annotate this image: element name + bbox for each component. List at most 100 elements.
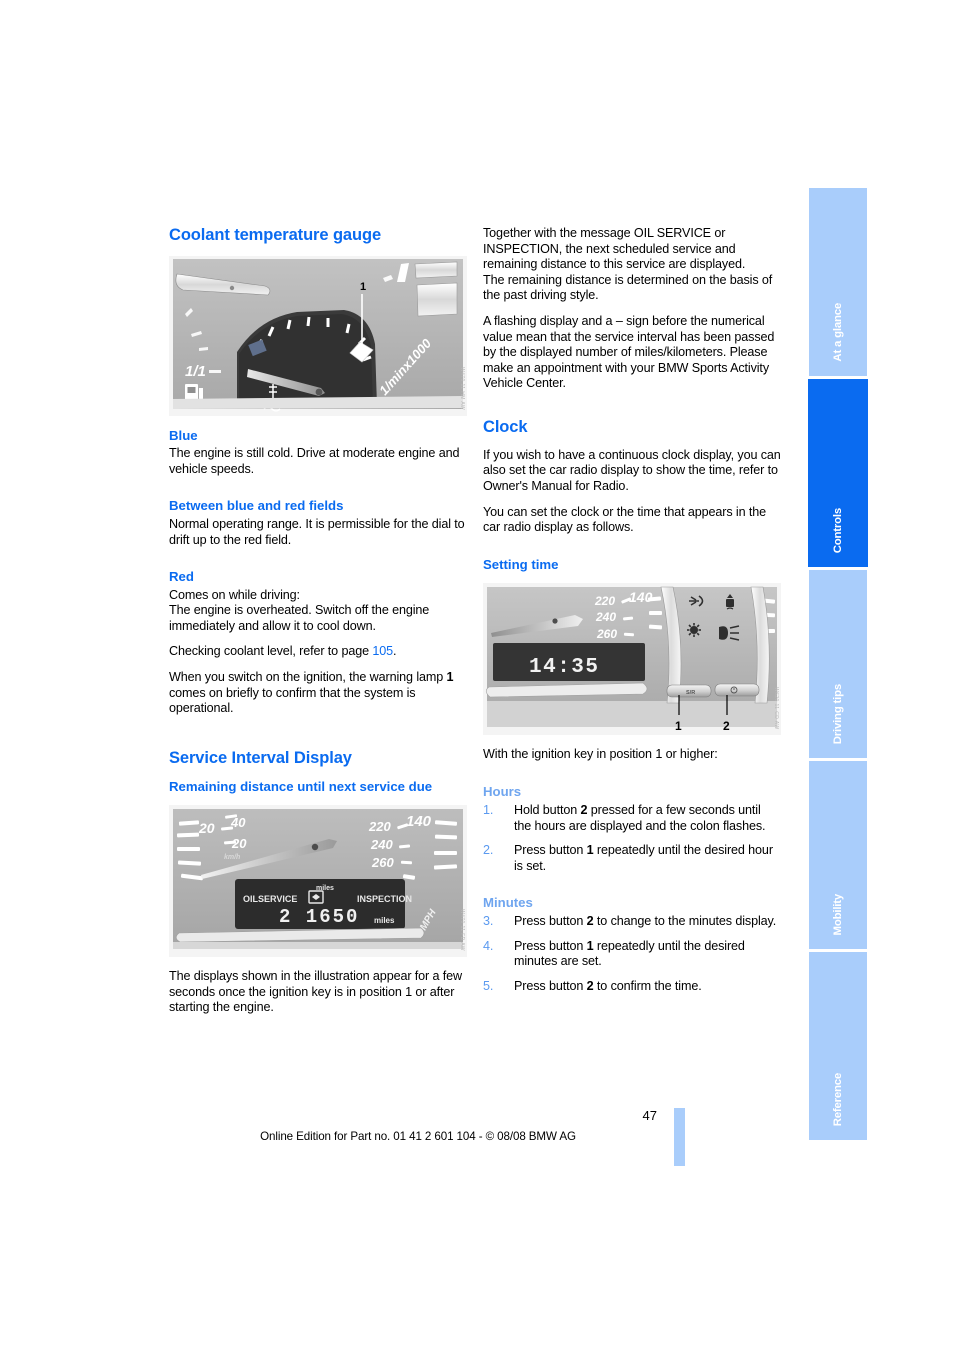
callout-1-label: 1 <box>360 281 366 293</box>
clock-button-2 <box>714 683 760 697</box>
text-red-line2: The engine is overheated. Switch off the… <box>169 603 430 633</box>
heading-blue: Blue <box>169 427 198 443</box>
figure-watermark: W470 11 HM AW <box>459 366 465 410</box>
speed-label-260: 260 <box>596 627 617 641</box>
speed-label-240: 240 <box>595 610 616 624</box>
steps-list-hours: 1. Hold button 2 pressed for a few second… <box>483 803 781 874</box>
step-text-post: to change to the minutes display. <box>593 914 777 929</box>
figure-coolant-temperature-gauge: 1 1/1 1/minx1000 W470 11 HM AW <box>169 255 467 416</box>
step-text-pre: Press button <box>514 914 587 929</box>
callout-1-label: 1 <box>675 719 682 733</box>
svg-text:S/R: S/R <box>686 690 695 696</box>
left-column: Coolant temperature gauge 1 1/1 1/minx10… <box>169 226 467 1026</box>
heading-between-blue-and-red: Between blue and red fields <box>169 498 344 514</box>
service-display-illustration: 20 40 20 km/h 220 140 240 260 OILSERVICE… <box>169 805 467 958</box>
heading-hours: Hours <box>483 783 522 799</box>
step-button-number: 2 <box>586 914 594 929</box>
page-reference-link-105[interactable]: 105 <box>372 644 393 658</box>
chapter-tabs: At a glance Controls Driving tips Mobili… <box>808 188 868 1150</box>
tab-label: Driving tips <box>832 683 844 744</box>
heading-minutes: Minutes <box>483 894 533 910</box>
step-number: 4. <box>483 938 494 953</box>
speed-label-20a: 20 <box>198 820 215 836</box>
right-column: Together with the message OIL SERVICE or… <box>483 226 781 1004</box>
speed-label-240: 240 <box>370 837 393 852</box>
figure-service-interval-display: 20 40 20 km/h 220 140 240 260 OILSERVICE… <box>169 805 467 958</box>
speed-label-220: 220 <box>368 819 391 834</box>
list-item: 1. Hold button 2 pressed for a few second… <box>483 803 781 834</box>
speed-label-220: 220 <box>594 594 615 608</box>
speed-label-40: 40 <box>230 815 246 830</box>
coolant-prefix: Checking coolant level, refer to page <box>169 644 373 659</box>
text-checking-coolant-level: Checking coolant level, refer to page 10… <box>169 644 467 660</box>
text-service-intro-1: Together with the message OIL SERVICE or… <box>483 226 746 272</box>
inspection-label: INSPECTION <box>357 894 412 904</box>
tab-controls[interactable]: Controls <box>808 379 868 567</box>
page-title-service-interval-display: Service Interval Display <box>169 748 352 767</box>
heading-red: Red <box>169 569 194 585</box>
text-service-note: The displays shown in the illustration a… <box>169 969 463 1015</box>
step-number: 1. <box>483 803 494 818</box>
text-blue: The engine is still cold. Drive at moder… <box>169 446 460 476</box>
figure-clock-setting: 220 140 240 260 14:35 S/R 1 2 W620 11 CD… <box>483 583 781 736</box>
step-text-post: to confirm the time. <box>593 978 702 993</box>
clock-display-illustration: 220 140 240 260 14:35 S/R 1 2 <box>483 583 781 736</box>
list-item: 4. Press button 1 repeatedly until the de… <box>483 939 781 970</box>
warning-number: 1 <box>446 670 454 685</box>
step-text-pre: Press button <box>514 938 587 953</box>
tab-driving-tips[interactable]: Driving tips <box>809 570 867 758</box>
step-text-pre: Press button <box>514 978 587 993</box>
page-title-coolant-temperature-gauge: Coolant temperature gauge <box>169 226 382 244</box>
oilservice-label: OILSERVICE <box>243 894 297 904</box>
speed-label-140: 140 <box>406 813 432 830</box>
text-ignition-note: With the ignition key in position 1 or h… <box>483 747 718 762</box>
coolant-suffix: . <box>393 644 397 659</box>
text-clock-2: You can set the clock or the time that a… <box>483 504 767 535</box>
text-red-line1: Comes on while driving: <box>169 587 300 602</box>
sun-brightness-icon <box>687 623 701 638</box>
step-number: 2. <box>483 843 494 858</box>
step-number: 5. <box>483 978 494 993</box>
text-between-blue-and-red: Normal operating range. It is permissibl… <box>169 516 465 547</box>
step-button-number: 1 <box>586 843 594 858</box>
tab-mobility[interactable]: Mobility <box>809 761 867 949</box>
tab-label: Mobility <box>832 893 844 935</box>
fuel-full-label: 1/1 <box>185 363 206 380</box>
text-service-intro-2: The remaining distance is determined on … <box>483 272 773 303</box>
figure-watermark: W470 11 FD AW <box>459 909 465 952</box>
figure-watermark: W620 11 CD AW <box>773 686 779 730</box>
speed-label-20b: 20 <box>231 836 247 851</box>
tab-label: Reference <box>832 1072 844 1126</box>
page-number: 47 <box>642 1108 657 1123</box>
text-warning-lamp: When you switch on the ignition, the war… <box>169 670 467 717</box>
heading-setting-time: Setting time <box>483 556 559 572</box>
list-item: 2. Press button 1 repeatedly until the de… <box>483 843 781 874</box>
tab-reference[interactable]: Reference <box>809 952 867 1140</box>
step-text-pre: Hold button <box>514 803 581 818</box>
unit-miles-bottom: miles <box>374 916 395 925</box>
speed-label-260: 260 <box>371 855 394 870</box>
step-button-number: 1 <box>586 938 594 953</box>
step-button-number: 2 <box>586 978 594 993</box>
clock-button-1: S/R <box>666 684 712 698</box>
callout-2-label: 2 <box>723 719 730 733</box>
list-item: 3. Press button 2 to change to the minute… <box>483 914 781 930</box>
coolant-gauge-illustration: 1 1/1 1/minx1000 <box>169 255 467 416</box>
page-title-clock: Clock <box>483 417 528 436</box>
footer-accent-bar <box>674 1108 685 1166</box>
step-text-pre: Press button <box>514 843 587 858</box>
tab-label: At a glance <box>832 303 844 362</box>
speed-label-140: 140 <box>629 589 653 605</box>
list-item: 5. Press button 2 to confirm the time. <box>483 979 781 995</box>
tab-label: Controls <box>832 507 844 553</box>
text-service-intro-3: A flashing display and a – sign before t… <box>483 313 775 391</box>
step-number: 3. <box>483 914 494 929</box>
heading-remaining-distance: Remaining distance until next service du… <box>169 778 433 794</box>
service-distance-value: 2 1650 <box>279 906 359 928</box>
footer-edition-text: Online Edition for Part no. 01 41 2 601 … <box>260 1130 576 1143</box>
tab-at-a-glance[interactable]: At a glance <box>809 188 867 376</box>
manual-page: Coolant temperature gauge 1 1/1 1/minx10… <box>0 0 954 1350</box>
steps-list-minutes: 3. Press button 2 to change to the minute… <box>483 914 781 994</box>
text-clock-1: If you wish to have a continuous clock d… <box>483 447 781 493</box>
warning-pre: When you switch on the ignition, the war… <box>169 670 447 685</box>
